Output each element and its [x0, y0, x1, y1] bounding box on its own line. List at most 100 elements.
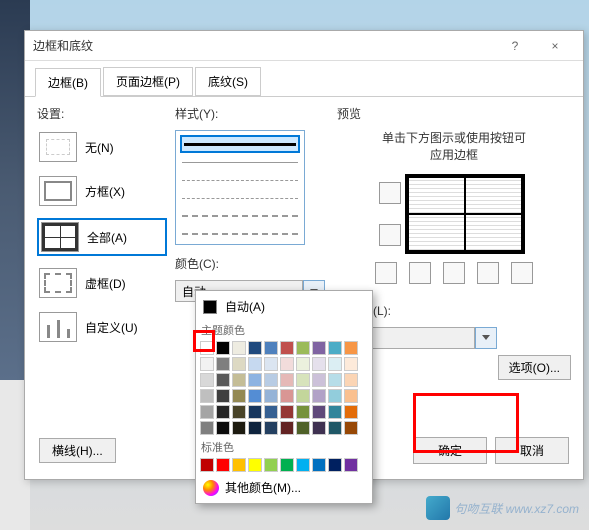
color-swatch[interactable] — [280, 373, 294, 387]
color-swatch[interactable] — [248, 341, 262, 355]
color-swatch[interactable] — [296, 458, 310, 472]
color-swatch[interactable] — [280, 421, 294, 435]
color-swatch[interactable] — [296, 357, 310, 371]
preview-top-border-button[interactable] — [379, 182, 401, 204]
color-swatch[interactable] — [264, 458, 278, 472]
cancel-button[interactable]: 取消 — [495, 437, 569, 464]
color-swatch[interactable] — [328, 373, 342, 387]
style-solid-thick[interactable] — [180, 135, 300, 153]
preview-left-border-button[interactable] — [409, 262, 431, 284]
color-swatch[interactable] — [296, 341, 310, 355]
color-swatch[interactable] — [264, 357, 278, 371]
color-swatch[interactable] — [200, 405, 214, 419]
color-swatch[interactable] — [280, 341, 294, 355]
color-swatch[interactable] — [232, 341, 246, 355]
options-button[interactable]: 选项(O)... — [498, 355, 571, 380]
color-swatch[interactable] — [264, 373, 278, 387]
style-dash2[interactable] — [180, 189, 300, 207]
color-swatch[interactable] — [328, 341, 342, 355]
preview-diag2-button[interactable] — [511, 262, 533, 284]
style-thin[interactable] — [180, 153, 300, 171]
color-swatch[interactable] — [264, 421, 278, 435]
color-swatch[interactable] — [200, 421, 214, 435]
color-swatch[interactable] — [264, 405, 278, 419]
color-swatch[interactable] — [312, 357, 326, 371]
color-swatch[interactable] — [312, 421, 326, 435]
color-swatch[interactable] — [216, 421, 230, 435]
color-swatch[interactable] — [232, 389, 246, 403]
color-swatch[interactable] — [296, 373, 310, 387]
color-swatch[interactable] — [296, 389, 310, 403]
ok-button[interactable]: 确定 — [413, 437, 487, 464]
color-swatch[interactable] — [232, 421, 246, 435]
color-swatch[interactable] — [200, 389, 214, 403]
color-swatch[interactable] — [312, 405, 326, 419]
color-swatch[interactable] — [344, 357, 358, 371]
preview-diag1-button[interactable] — [375, 262, 397, 284]
setting-box[interactable]: 方框(X) — [37, 174, 167, 208]
color-swatch[interactable] — [216, 341, 230, 355]
tab-border[interactable]: 边框(B) — [35, 68, 101, 97]
color-swatch[interactable] — [216, 389, 230, 403]
tab-shading[interactable]: 底纹(S) — [195, 67, 261, 96]
color-swatch[interactable] — [328, 405, 342, 419]
setting-custom[interactable]: 自定义(U) — [37, 310, 167, 344]
style-dash1[interactable] — [180, 171, 300, 189]
color-swatch[interactable] — [200, 458, 214, 472]
style-listbox[interactable] — [175, 130, 305, 245]
style-dash4[interactable] — [180, 225, 300, 243]
color-swatch[interactable] — [248, 421, 262, 435]
preview-right-border-button[interactable] — [477, 262, 499, 284]
color-swatch[interactable] — [328, 421, 342, 435]
color-swatch[interactable] — [200, 341, 214, 355]
horizontal-line-button[interactable]: 横线(H)... — [39, 438, 116, 463]
color-swatch[interactable] — [216, 458, 230, 472]
color-swatch[interactable] — [328, 389, 342, 403]
color-swatch[interactable] — [248, 458, 262, 472]
color-swatch[interactable] — [264, 389, 278, 403]
color-swatch[interactable] — [216, 373, 230, 387]
color-swatch[interactable] — [216, 405, 230, 419]
color-swatch[interactable] — [216, 357, 230, 371]
color-swatch[interactable] — [344, 373, 358, 387]
color-swatch[interactable] — [280, 357, 294, 371]
color-swatch[interactable] — [232, 373, 246, 387]
tab-page-border[interactable]: 页面边框(P) — [103, 67, 193, 96]
color-swatch[interactable] — [312, 389, 326, 403]
color-swatch[interactable] — [232, 405, 246, 419]
setting-all[interactable]: 全部(A) — [37, 218, 167, 256]
color-swatch[interactable] — [344, 405, 358, 419]
color-swatch[interactable] — [344, 341, 358, 355]
color-swatch[interactable] — [280, 405, 294, 419]
preview-hmid-border-button[interactable] — [379, 224, 401, 246]
color-swatch[interactable] — [328, 357, 342, 371]
color-swatch[interactable] — [232, 357, 246, 371]
preview-vmid-border-button[interactable] — [443, 262, 465, 284]
color-swatch[interactable] — [248, 357, 262, 371]
color-swatch[interactable] — [328, 458, 342, 472]
help-button[interactable]: ? — [495, 32, 535, 60]
more-colors-option[interactable]: 其他颜色(M)... — [200, 476, 368, 499]
color-swatch[interactable] — [248, 373, 262, 387]
setting-grid-dash[interactable]: 虚框(D) — [37, 266, 167, 300]
color-swatch[interactable] — [200, 373, 214, 387]
color-swatch[interactable] — [296, 405, 310, 419]
color-swatch[interactable] — [280, 458, 294, 472]
color-swatch[interactable] — [344, 458, 358, 472]
color-swatch[interactable] — [264, 341, 278, 355]
apply-dropdown-button[interactable] — [475, 327, 497, 349]
color-swatch[interactable] — [296, 421, 310, 435]
color-swatch[interactable] — [200, 357, 214, 371]
style-dash3[interactable] — [180, 207, 300, 225]
color-swatch[interactable] — [312, 373, 326, 387]
color-swatch[interactable] — [344, 421, 358, 435]
color-swatch[interactable] — [312, 458, 326, 472]
color-swatch[interactable] — [232, 458, 246, 472]
color-swatch[interactable] — [312, 341, 326, 355]
color-swatch[interactable] — [344, 389, 358, 403]
preview-table[interactable] — [405, 174, 525, 254]
color-swatch[interactable] — [248, 405, 262, 419]
setting-none[interactable]: 无(N) — [37, 130, 167, 164]
color-swatch[interactable] — [280, 389, 294, 403]
close-button[interactable]: × — [535, 32, 575, 60]
